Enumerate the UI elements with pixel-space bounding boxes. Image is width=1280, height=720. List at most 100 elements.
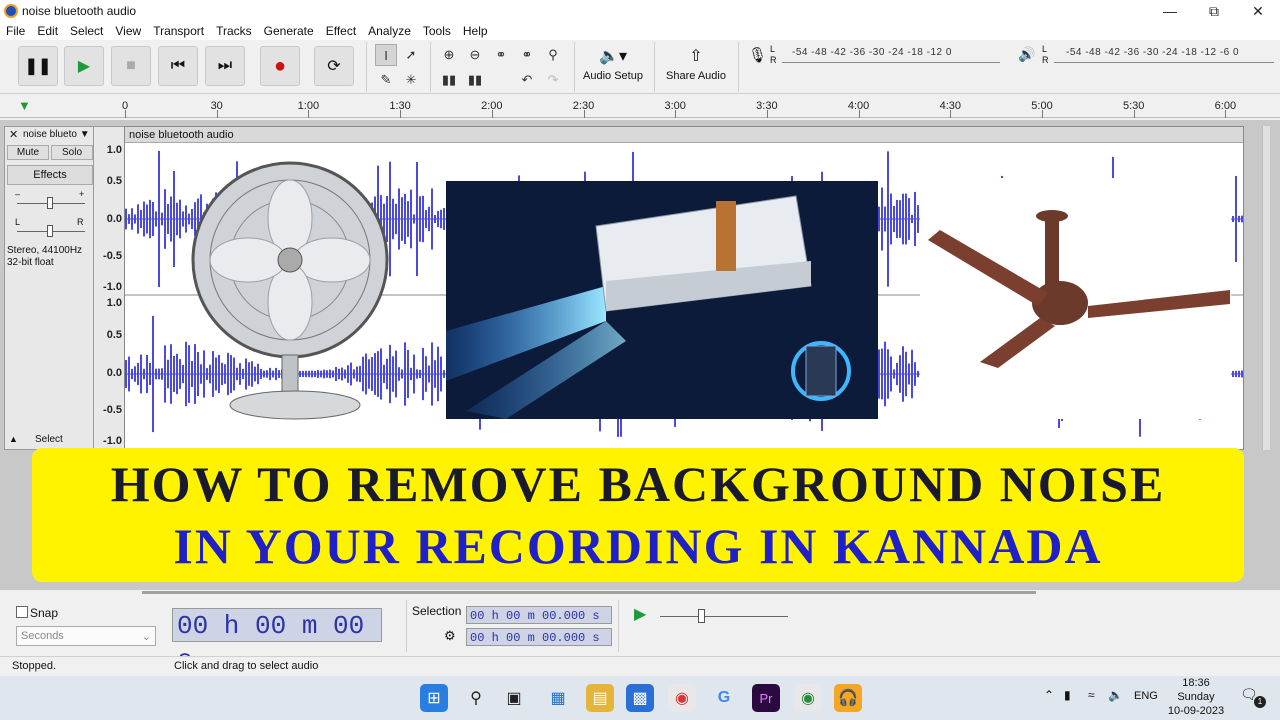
clip-title-bar[interactable]: noise bluetooth audio <box>125 127 1243 143</box>
zoom-in-icon[interactable]: ⊕ <box>438 44 460 66</box>
premiere-pro-icon[interactable]: Pr <box>752 684 780 712</box>
widgets-icon[interactable]: ▦ <box>544 684 572 712</box>
waveform-sample <box>893 369 895 379</box>
menu-select[interactable]: Select <box>64 22 109 40</box>
search-icon[interactable]: ⚲ <box>462 684 490 712</box>
menu-tools[interactable]: Tools <box>417 22 457 40</box>
gear-icon[interactable]: ⚙ <box>444 628 456 644</box>
gain-slider-thumb[interactable] <box>47 197 53 209</box>
scale-label: 0.0 <box>106 213 122 225</box>
select-track-button[interactable]: Select <box>35 434 63 445</box>
pan-slider-thumb[interactable] <box>47 225 53 237</box>
volume-icon[interactable]: 🔈 <box>1108 688 1123 702</box>
timeline-ruler[interactable]: ▼ 0 30 1:00 1:30 2:00 2:30 3:00 3:30 4:00 4:30 5:0… <box>0 94 1280 118</box>
record-meter-scale[interactable]: -54 -48 -42 -36 -30 -24 -18 -12 0 <box>792 47 1002 58</box>
file-explorer-icon[interactable]: ▤ <box>586 684 614 712</box>
scale-label: 0.5 <box>106 329 122 341</box>
waveform-sample <box>896 362 898 386</box>
menu-help[interactable]: Help <box>457 22 494 40</box>
fit-project-icon[interactable]: ⚭ <box>516 44 538 66</box>
time-display[interactable]: 00 h 00 m 00 s <box>172 608 382 675</box>
menu-analyze[interactable]: Analyze <box>362 22 417 40</box>
waveform-sample <box>878 349 880 399</box>
waveform-sample <box>893 205 895 233</box>
silence-audio-icon[interactable]: ▮▮ <box>464 69 486 91</box>
waveform-sample <box>1238 370 1240 378</box>
horizontal-scrollbar[interactable] <box>142 591 1036 594</box>
record-meter-track[interactable] <box>782 62 1000 63</box>
microphone-icon[interactable]: 🎙 <box>748 46 767 64</box>
google-icon[interactable]: G <box>710 684 738 712</box>
menu-tracks[interactable]: Tracks <box>210 22 258 40</box>
playback-speaker-icon[interactable]: 🔊 <box>1018 46 1035 63</box>
track-name: noise blueto <box>23 129 77 140</box>
menu-file[interactable]: File <box>0 22 31 40</box>
play-speed-slider[interactable] <box>660 616 788 617</box>
minimize-icon[interactable]: — <box>1148 0 1192 22</box>
task-view-icon[interactable]: ▣ <box>500 684 528 712</box>
scale-label: -1.0 <box>103 281 122 293</box>
solo-button[interactable]: Solo <box>51 145 93 160</box>
waveform-sample <box>401 197 403 241</box>
waveform-sample <box>437 210 439 228</box>
timeline-tick <box>1225 110 1227 118</box>
menu-transport[interactable]: Transport <box>147 22 210 40</box>
selection-end-field[interactable]: 00 h 00 m 00.000 s <box>466 628 612 646</box>
snap-checkbox[interactable] <box>16 606 28 618</box>
waveform-sample <box>422 347 424 401</box>
waveform-sample <box>890 356 892 392</box>
wifi-icon[interactable]: ≈ <box>1088 688 1095 702</box>
chevron-up-icon[interactable]: ⌃ <box>1044 688 1054 702</box>
pause-button[interactable]: ❚❚ <box>18 46 58 86</box>
audacity-taskbar-icon[interactable]: 🎧 <box>834 684 862 712</box>
clock[interactable]: 18:36 Sunday 10-09-2023 <box>1164 676 1228 718</box>
stop-button[interactable]: ■ <box>111 46 151 86</box>
language-indicator[interactable]: ENG <box>1134 690 1158 702</box>
play-meter-track[interactable] <box>1054 62 1274 63</box>
battery-icon[interactable]: ▮ <box>1064 688 1071 702</box>
audio-setup-button[interactable]: 🔈▾ Audio Setup <box>580 46 646 88</box>
multi-tool-icon[interactable]: ✳ <box>400 69 422 91</box>
waveform-sample <box>887 151 889 287</box>
menu-effect[interactable]: Effect <box>320 22 362 40</box>
envelope-tool-icon[interactable]: ➚ <box>400 44 422 66</box>
undo-icon[interactable]: ↶ <box>516 69 538 91</box>
draw-tool-icon[interactable]: ✎ <box>375 69 397 91</box>
close-icon[interactable]: ✕ <box>1236 0 1280 22</box>
timeline-tick <box>308 110 310 118</box>
play-meter-scale[interactable]: -54 -48 -42 -36 -30 -24 -18 -12 -6 0 <box>1066 47 1276 58</box>
windows-start-icon[interactable]: ⊞ <box>420 684 448 712</box>
collapse-icon[interactable]: ▲ <box>9 434 18 444</box>
vertical-scrollbar[interactable] <box>1262 126 1270 450</box>
restore-icon[interactable]: ⧉ <box>1192 0 1236 22</box>
track-name-menu[interactable]: noise blueto ▼ <box>23 129 90 140</box>
waveform-sample <box>149 199 151 239</box>
menu-view[interactable]: View <box>109 22 147 40</box>
menu-edit[interactable]: Edit <box>31 22 64 40</box>
play-at-speed-icon[interactable]: ▶ <box>634 604 646 624</box>
selection-start-field[interactable]: 00 h 00 m 00.000 s <box>466 606 612 624</box>
play-button[interactable]: ▶ <box>64 46 104 86</box>
skip-start-button[interactable]: ⏮ <box>158 46 198 86</box>
play-speed-thumb[interactable] <box>698 609 705 623</box>
trim-audio-icon[interactable]: ▮▮ <box>438 69 460 91</box>
timeline-options-icon[interactable]: ▼ <box>18 98 31 113</box>
loop-button[interactable]: ⟳ <box>314 46 354 86</box>
fit-selection-icon[interactable]: ⚭ <box>490 44 512 66</box>
record-button[interactable]: ● <box>260 46 300 86</box>
effects-button[interactable]: Effects <box>7 165 93 185</box>
chrome-icon[interactable]: ◉ <box>668 684 696 712</box>
waveform-sample <box>176 353 178 395</box>
share-audio-button[interactable]: ⇧ Share Audio <box>662 46 730 88</box>
skip-end-button[interactable]: ⏭ <box>205 46 245 86</box>
store-icon[interactable]: ▩ <box>626 684 654 712</box>
menu-generate[interactable]: Generate <box>258 22 320 40</box>
zoom-toggle-icon[interactable]: ⚲ <box>542 44 564 66</box>
redo-icon[interactable]: ↷ <box>542 69 564 91</box>
zoom-out-icon[interactable]: ⊖ <box>464 44 486 66</box>
snap-unit-select[interactable]: Seconds ⌄ <box>16 626 156 646</box>
mute-button[interactable]: Mute <box>7 145 49 160</box>
track-close-icon[interactable]: ✕ <box>9 128 18 141</box>
chrome-profile-icon[interactable]: ◉ <box>794 684 822 712</box>
selection-tool-icon[interactable]: I <box>375 44 397 66</box>
